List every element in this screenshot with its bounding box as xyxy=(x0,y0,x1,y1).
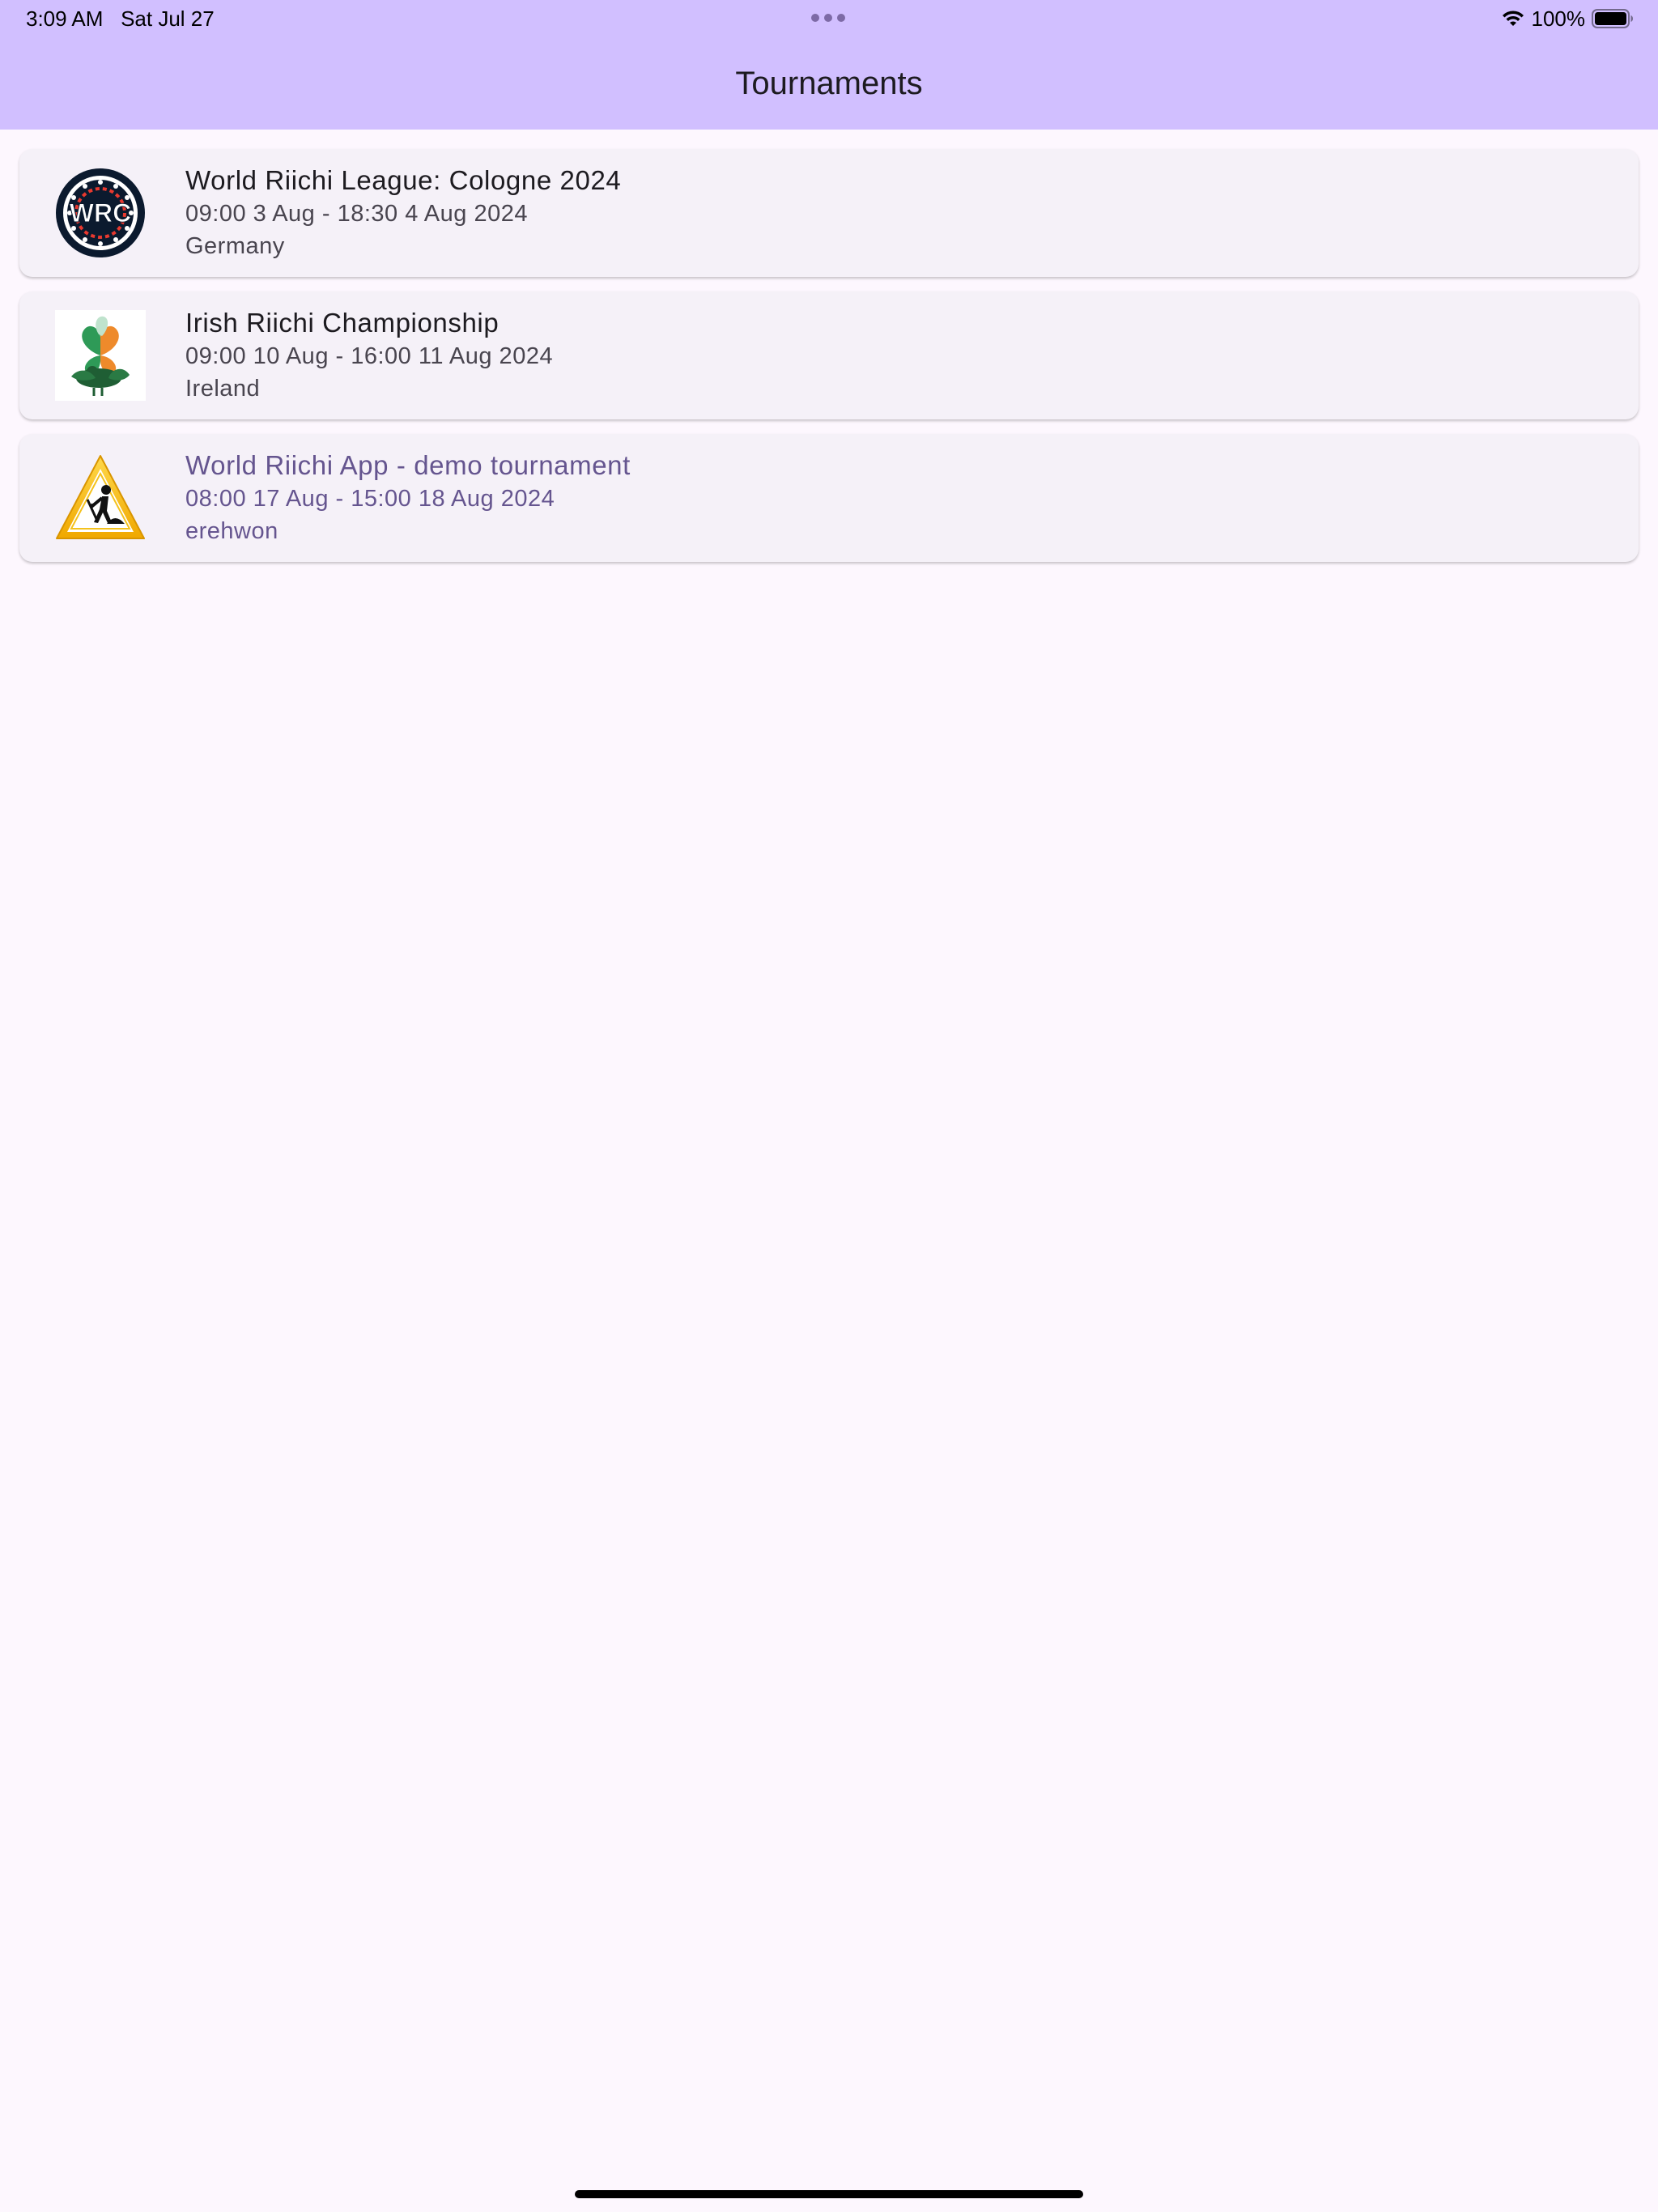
tournament-name: World Riichi League: Cologne 2024 xyxy=(185,165,622,195)
tournament-dates: 09:00 3 Aug - 18:30 4 Aug 2024 xyxy=(185,201,528,227)
tournament-country: Ireland xyxy=(185,376,261,402)
irish-shamrock-logo-icon xyxy=(55,310,146,401)
tournament-name: World Riichi App - demo tournament xyxy=(185,450,631,480)
tournament-card[interactable]: World Riichi App - demo tournament 08:00… xyxy=(19,434,1639,562)
battery-icon xyxy=(1592,9,1633,28)
page-title: Tournaments xyxy=(735,66,923,101)
status-time-date: 3:09 AM Sat Jul 27 xyxy=(26,5,215,32)
wifi-icon xyxy=(1502,11,1524,26)
status-time: 3:09 AM xyxy=(26,6,104,31)
tournament-dates: 09:00 10 Aug - 16:00 11 Aug 2024 xyxy=(185,343,554,369)
tournament-card[interactable]: WRC World Riichi League: Cologne 2024 09… xyxy=(19,149,1639,277)
app-bar: 3:09 AM Sat Jul 27 100% Tournaments xyxy=(0,0,1658,130)
wrc-logo-icon: WRC xyxy=(56,168,145,257)
svg-text:WRC: WRC xyxy=(70,198,131,228)
home-indicator[interactable] xyxy=(575,2190,1083,2198)
tournament-info: World Riichi App - demo tournament 08:00… xyxy=(185,449,631,547)
status-indicators: 100% xyxy=(1501,5,1635,32)
battery-percent: 100% xyxy=(1531,6,1586,31)
status-date: Sat Jul 27 xyxy=(121,6,215,31)
tournament-info: Irish Riichi Championship 09:00 10 Aug -… xyxy=(185,306,553,405)
tournament-country: erehwon xyxy=(185,518,278,544)
under-construction-icon xyxy=(56,455,145,539)
tournament-dates: 08:00 17 Aug - 15:00 18 Aug 2024 xyxy=(185,486,555,512)
tournament-name: Irish Riichi Championship xyxy=(185,308,500,338)
tournament-list: WRC World Riichi League: Cologne 2024 09… xyxy=(19,149,1639,576)
tournament-info: World Riichi League: Cologne 2024 09:00 … xyxy=(185,164,621,262)
multitasking-dots-icon[interactable] xyxy=(811,14,845,22)
tournament-card[interactable]: Irish Riichi Championship 09:00 10 Aug -… xyxy=(19,291,1639,419)
tournament-country: Germany xyxy=(185,233,285,259)
